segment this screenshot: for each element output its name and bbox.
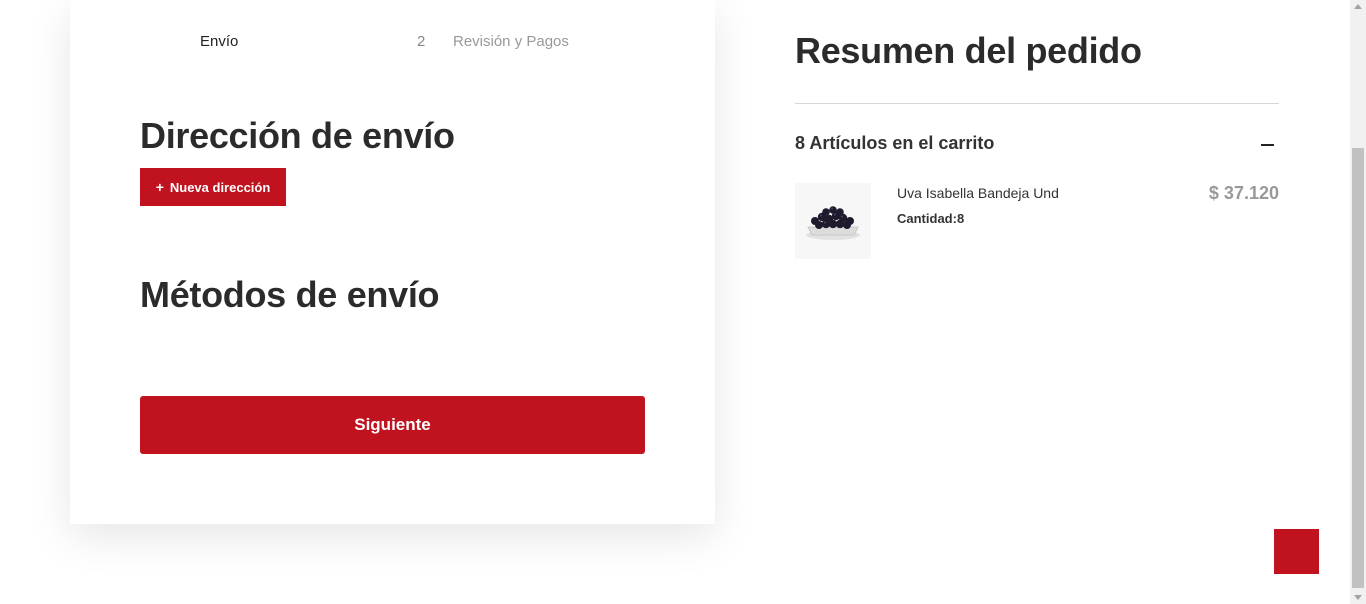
cart-items-count[interactable]: 8 Artículos en el carrito (795, 133, 994, 154)
product-image[interactable] (795, 183, 871, 259)
minus-icon (1260, 144, 1274, 146)
shipping-address-title: Dirección de envío (140, 115, 455, 156)
page-scrollbar[interactable] (1350, 0, 1366, 604)
product-price: $ 37.120 (1208, 183, 1279, 203)
step-review-payment[interactable]: Revisión y Pagos (453, 33, 569, 50)
summary-divider (795, 103, 1279, 104)
scroll-to-top-button[interactable] (1274, 529, 1319, 574)
product-name[interactable]: Uva Isabella Bandeja Und (897, 185, 1059, 201)
scroll-down-arrow-icon[interactable] (1354, 595, 1362, 600)
quantity-value: 8 (956, 211, 965, 226)
step-review-number[interactable]: 2 (417, 33, 425, 50)
scrollbar-thumb[interactable] (1352, 148, 1364, 588)
next-button[interactable]: Siguiente (140, 396, 645, 454)
shipping-methods-title: Métodos de envío (140, 274, 440, 315)
plus-icon: + (155, 179, 164, 195)
checkout-card: Envío 2 Revisión y Pagos Dirección de en… (70, 0, 715, 524)
product-quantity: Cantidad:8 (897, 211, 964, 226)
order-summary-title: Resumen del pedido (795, 30, 1142, 71)
new-address-button[interactable]: + Nueva dirección (140, 168, 286, 206)
quantity-label: Cantidad: (897, 211, 957, 226)
grapes-tray-image (806, 206, 860, 240)
checkout-steps: Envío 2 Revisión y Pagos (70, 33, 715, 53)
step-shipping[interactable]: Envío (200, 33, 238, 50)
scroll-up-arrow-icon[interactable] (1354, 4, 1362, 9)
order-summary-panel (780, 0, 1350, 604)
collapse-cart-toggle[interactable] (1256, 134, 1278, 156)
new-address-label: Nueva dirección (169, 179, 271, 195)
